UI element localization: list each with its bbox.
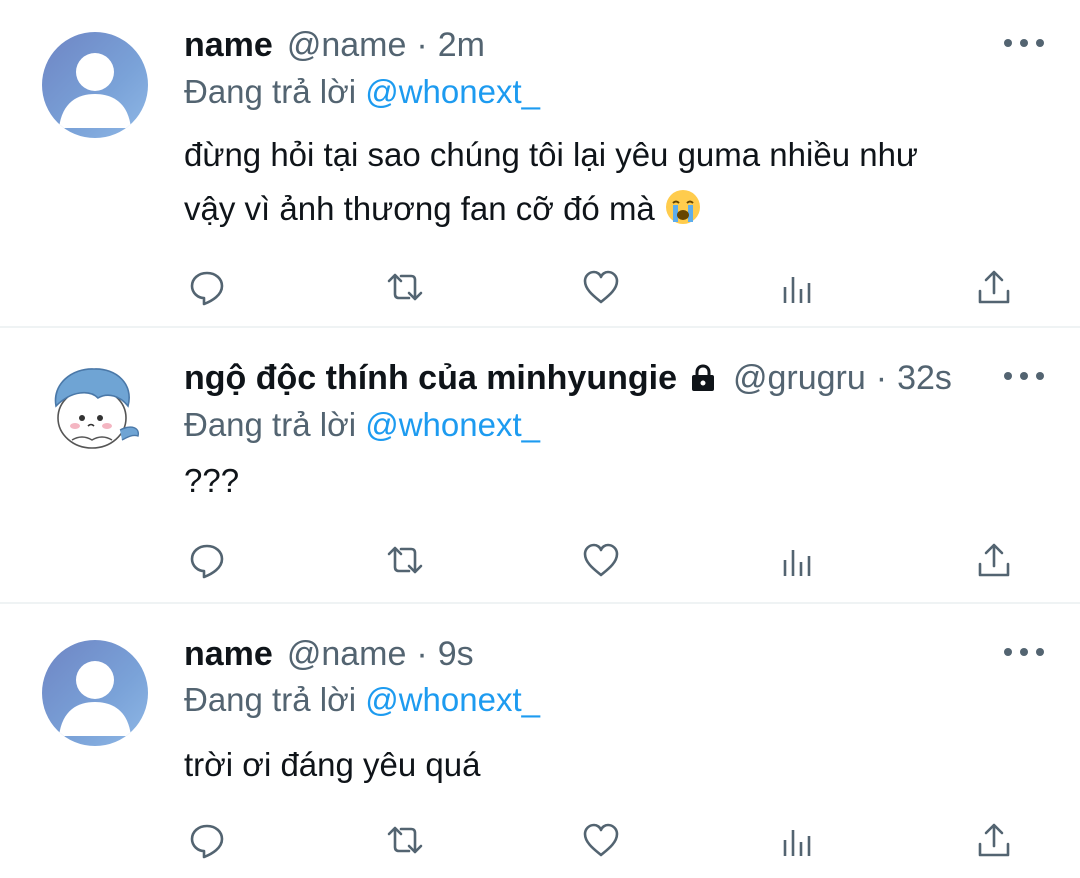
- tweet-text-line-2: vậy vì ảnh thương fan cỡ đó mà: [184, 182, 1024, 236]
- like-button[interactable]: [579, 538, 623, 582]
- tweet[interactable]: name @name · 2m Đang trả lời @whonext_ đ…: [0, 0, 1080, 326]
- display-name[interactable]: name: [184, 630, 273, 678]
- tweet-actions: [0, 818, 1080, 862]
- replying-to: Đang trả lời @whonext_: [184, 401, 540, 449]
- replying-to: Đang trả lời @whonext_: [184, 676, 540, 724]
- mention-link[interactable]: @whonext_: [365, 406, 540, 443]
- avatar[interactable]: [42, 32, 148, 138]
- reply-button[interactable]: [185, 265, 229, 309]
- avatar[interactable]: [42, 640, 148, 746]
- timestamp[interactable]: 9s: [438, 630, 474, 678]
- default-user-avatar-icon: [59, 661, 131, 736]
- reply-feed: name @name · 2m Đang trả lời @whonext_ đ…: [0, 0, 1080, 878]
- like-icon: [583, 823, 619, 857]
- tweet-text: đừng hỏi tại sao chúng tôi lại yêu guma …: [184, 128, 1024, 236]
- default-user-avatar-icon: [59, 53, 131, 128]
- replying-to-label: Đang trả lời: [184, 73, 357, 110]
- separator-dot: ·: [875, 359, 888, 397]
- display-name[interactable]: ngộ độc thính của minhyungie: [184, 354, 677, 402]
- retweet-icon: [387, 273, 423, 301]
- analytics-icon: [783, 550, 811, 576]
- analytics-icon: [783, 830, 811, 856]
- retweet-button[interactable]: [383, 818, 427, 862]
- tweet-text: trời ơi đáng yêu quá: [184, 738, 1024, 792]
- replying-to-label: Đang trả lời: [184, 406, 357, 443]
- share-button[interactable]: [972, 818, 1016, 862]
- tweet-header: ngộ độc thính của minhyungie @grugru · 3…: [184, 354, 952, 402]
- lock-icon: [687, 362, 719, 394]
- more-options-icon[interactable]: [1004, 33, 1044, 53]
- share-icon: [978, 823, 1010, 857]
- separator-dot: ·: [416, 26, 428, 64]
- loudly-crying-face-icon: [665, 190, 700, 224]
- analytics-button[interactable]: [775, 818, 819, 862]
- timestamp[interactable]: 32s: [897, 354, 952, 402]
- tweet[interactable]: name @name · 9s Đang trả lời @whonext_ t…: [0, 604, 1080, 878]
- tweet-text: ???: [184, 454, 1024, 508]
- tweet-actions: [0, 538, 1080, 582]
- retweet-button[interactable]: [383, 538, 427, 582]
- like-button[interactable]: [579, 265, 623, 309]
- user-handle[interactable]: @name: [287, 630, 407, 678]
- replying-to-label: Đang trả lời: [184, 681, 357, 718]
- tweet[interactable]: ngộ độc thính của minhyungie @grugru · 3…: [0, 328, 1080, 602]
- share-button[interactable]: [972, 538, 1016, 582]
- reply-icon: [190, 271, 224, 306]
- tweet-text-line: ???: [184, 462, 240, 499]
- analytics-button[interactable]: [775, 265, 819, 309]
- tweet-text-line: trời ơi đáng yêu quá: [184, 746, 481, 783]
- mention-link[interactable]: @whonext_: [365, 681, 540, 718]
- user-handle[interactable]: @name: [287, 21, 407, 69]
- replying-to: Đang trả lời @whonext_: [184, 68, 540, 116]
- share-button[interactable]: [972, 265, 1016, 309]
- like-button[interactable]: [579, 818, 623, 862]
- reply-button[interactable]: [185, 538, 229, 582]
- separator-dot: ·: [416, 635, 428, 673]
- cartoon-character-avatar-icon: [54, 368, 139, 449]
- tweet-actions: [0, 265, 1080, 309]
- like-icon: [583, 270, 619, 304]
- analytics-button[interactable]: [775, 538, 819, 582]
- share-icon: [978, 543, 1010, 577]
- reply-button[interactable]: [185, 818, 229, 862]
- tweet-text-line: đừng hỏi tại sao chúng tôi lại yêu guma …: [184, 136, 919, 173]
- mention-link[interactable]: @whonext_: [365, 73, 540, 110]
- avatar[interactable]: [42, 354, 148, 460]
- retweet-button[interactable]: [383, 265, 427, 309]
- reply-icon: [190, 824, 224, 859]
- timestamp[interactable]: 2m: [438, 21, 485, 69]
- more-options-icon[interactable]: [1004, 642, 1044, 662]
- like-icon: [583, 543, 619, 577]
- tweet-header: name @name · 9s: [184, 630, 474, 678]
- retweet-icon: [387, 546, 423, 574]
- retweet-icon: [387, 826, 423, 854]
- share-icon: [978, 270, 1010, 304]
- more-options-icon[interactable]: [1004, 366, 1044, 386]
- reply-icon: [190, 544, 224, 579]
- analytics-icon: [783, 277, 811, 303]
- tweet-header: name @name · 2m: [184, 21, 485, 69]
- display-name[interactable]: name: [184, 21, 273, 69]
- user-handle[interactable]: @grugru: [733, 354, 866, 402]
